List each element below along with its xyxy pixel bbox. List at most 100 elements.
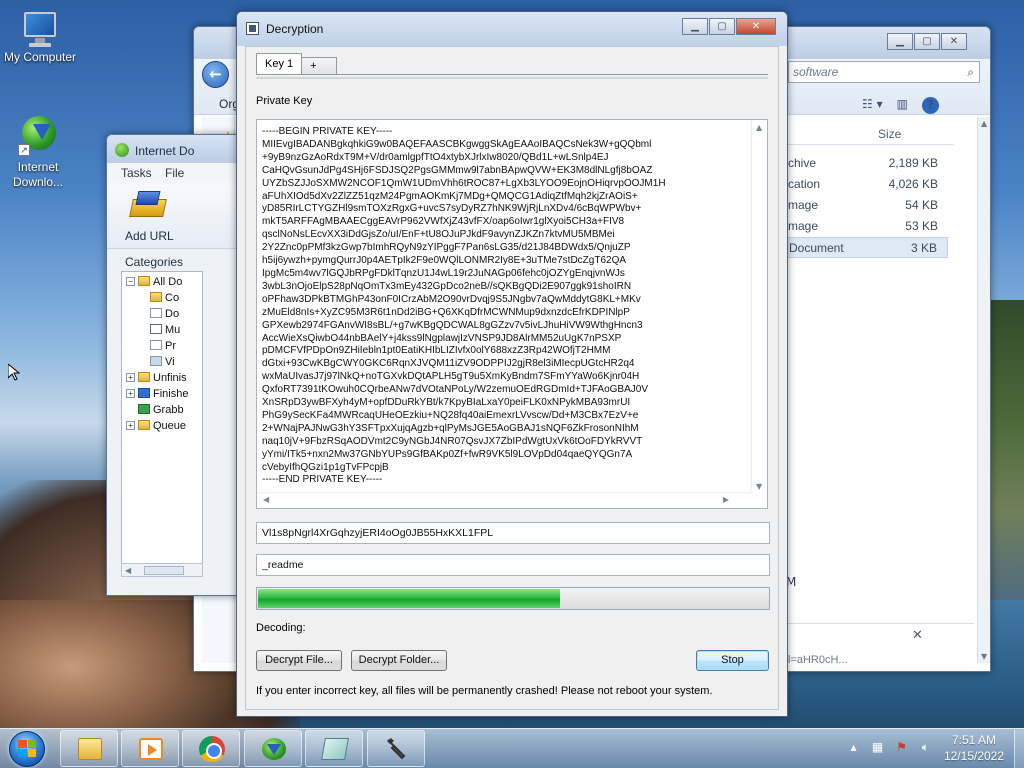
file-list: chive 2,189 KB cation 4,026 KB mage 54 KB m… — [784, 153, 948, 258]
dialog-titlebar[interactable]: Decryption ▁ ▢ ✕ — [237, 12, 787, 46]
show-desktop-button[interactable] — [1014, 730, 1024, 768]
taskbar-app[interactable] — [305, 730, 363, 767]
private-key-textarea[interactable]: -----BEGIN PRIVATE KEY----- MIIEvgIBADANB… — [256, 119, 768, 509]
expand-icon[interactable]: + — [126, 421, 135, 430]
file-row[interactable]: mage 54 KB — [784, 195, 948, 216]
maximize-button[interactable]: ▢ — [914, 33, 940, 50]
checkmark-icon — [138, 388, 150, 398]
folder-icon — [138, 372, 150, 382]
key-horizontal-scrollbar[interactable]: ◀ ▶ — [257, 492, 753, 508]
scroll-down-icon[interactable]: ▼ — [756, 482, 762, 491]
preview-pane-icon[interactable]: ▥ — [897, 97, 908, 114]
decrypt-folder-button[interactable]: Decrypt Folder... — [351, 650, 447, 671]
key-vertical-scrollbar[interactable]: ▲ ▼ — [751, 120, 767, 494]
folder-icon — [150, 292, 162, 302]
expand-icon[interactable]: + — [126, 373, 135, 382]
volume-icon[interactable]: 🔈︎ — [918, 740, 933, 755]
collapse-icon[interactable]: − — [126, 277, 135, 286]
grabber-icon — [138, 404, 150, 414]
minimize-button[interactable]: ▁ — [682, 18, 708, 35]
taskbar-media-player[interactable] — [121, 730, 179, 767]
menu-tasks[interactable]: Tasks — [121, 166, 152, 180]
tree-label: Queue — [153, 420, 187, 432]
scroll-left-icon[interactable]: ◀ — [263, 495, 269, 504]
expand-icon[interactable]: + — [126, 389, 135, 398]
view-options-icon[interactable]: ☷ ▾ — [862, 97, 883, 114]
tree-item-music[interactable]: Mu — [150, 324, 180, 340]
tree-item-grabber[interactable]: Grabb — [138, 404, 184, 420]
computer-icon — [21, 10, 59, 48]
file-size: 2,189 KB — [888, 156, 938, 170]
maximize-button[interactable]: ▢ — [709, 18, 735, 35]
tree-item-programs[interactable]: Pr — [150, 340, 176, 356]
tree-label: Vi — [165, 356, 175, 368]
close-icon[interactable]: ✕ — [912, 628, 923, 643]
private-key-line: mkT5ARFFAgMBAAECggEAVrP962VWfXjZ43vfFX/o… — [262, 216, 625, 228]
tree-item-compressed[interactable]: Co — [150, 292, 179, 308]
minimize-button[interactable]: ▁ — [887, 33, 913, 50]
key-id-field[interactable]: Vl1s8pNgrl4XrGqhzyjERI4oOg0JB55HxKXL1FPL — [256, 522, 770, 544]
app-icon — [321, 738, 349, 760]
explorer-scrollbar[interactable]: ▲ ▼ — [977, 117, 990, 663]
taskbar-explorer[interactable] — [60, 730, 118, 767]
tree-label: Grabb — [153, 404, 184, 416]
back-arrow-icon[interactable]: ← — [202, 61, 229, 88]
status-label: Decoding: — [256, 622, 306, 634]
close-button[interactable]: ✕ — [736, 18, 776, 35]
dialog-title: Decryption — [266, 22, 324, 36]
tree-item-documents[interactable]: Do — [150, 308, 179, 324]
stop-button[interactable]: Stop — [696, 650, 769, 671]
taskbar-chrome[interactable] — [182, 730, 240, 767]
dialog-content: Key 1 + Private Key -----BEGIN PRIVATE K… — [245, 46, 779, 710]
search-input[interactable]: software ⌕ — [788, 61, 980, 83]
decryption-dialog: Decryption ▁ ▢ ✕ Key 1 + Private Key ---… — [236, 11, 788, 717]
idm-titlebar[interactable]: Internet Do — [107, 135, 245, 163]
system-tray: ▴ ▦ ⚑ 🔈︎ — [846, 740, 933, 755]
add-url-button[interactable]: Add URL — [125, 229, 174, 243]
tree-item-finished[interactable]: + Finishe — [126, 388, 188, 404]
decrypt-file-button[interactable]: Decrypt File... — [256, 650, 342, 671]
desktop-icon-internet-download-manager[interactable]: ↗ Internet Downlo... — [0, 114, 80, 190]
category-tree: − All Do Co Do Mu Pr Vi + Unfinis + Finishe… — [121, 271, 203, 571]
scroll-up-icon[interactable]: ▲ — [756, 123, 762, 132]
key-tabs: Key 1 + — [256, 53, 338, 75]
warning-text: If you enter incorrect key, all files wi… — [256, 685, 713, 697]
size-header-label: Size — [878, 127, 902, 141]
start-button[interactable] — [3, 730, 53, 768]
tree-item-all-downloads[interactable]: − All Do — [126, 276, 182, 292]
action-center-flag-icon[interactable]: ⚑ — [894, 740, 909, 755]
idm-menu-bar: Tasks File — [107, 163, 245, 183]
file-size: 4,026 KB — [888, 177, 938, 191]
file-row-selected[interactable]: Document 3 KB — [784, 237, 948, 258]
private-key-line: QxfoRT7391tKOwuh0CQrbeANw7dVOtaNPoLy/W2z… — [262, 384, 648, 396]
desktop-icon-my-computer[interactable]: My Computer — [0, 10, 80, 65]
file-row[interactable]: cation 4,026 KB — [784, 174, 948, 195]
tree-label: Mu — [165, 324, 181, 336]
tree-item-queues[interactable]: + Queue — [126, 420, 186, 436]
close-button[interactable]: ✕ — [941, 33, 967, 50]
private-key-line: naq10jV+9FbzRSqAODVmt2C9yNGbJ4NR07QsvJX7… — [262, 435, 643, 447]
search-icon[interactable]: ⌕ — [967, 65, 974, 80]
size-column-header[interactable]: Size — [784, 123, 954, 145]
tree-item-video[interactable]: Vi — [150, 356, 175, 372]
private-key-line: UYZbSZJJoSXMW2NCOF1QmW1UDmVhh6tROC87+LgX… — [262, 177, 666, 189]
file-type: chive — [788, 156, 817, 170]
tree-item-unfinished[interactable]: + Unfinis — [126, 372, 187, 388]
taskbar-decryptor[interactable] — [367, 730, 425, 767]
add-url-icon[interactable] — [127, 189, 171, 225]
add-tab-button[interactable]: + — [301, 57, 338, 75]
tab-key-1[interactable]: Key 1 — [256, 53, 303, 75]
network-icon[interactable]: ▦ — [870, 740, 885, 755]
file-row[interactable]: chive 2,189 KB — [784, 153, 948, 174]
extension-field[interactable]: _readme — [256, 554, 770, 576]
scroll-right-icon[interactable]: ▶ — [723, 495, 729, 504]
chrome-icon — [199, 736, 225, 762]
system-clock[interactable]: 7:51 AM 12/15/2022 — [932, 732, 1016, 764]
menu-file[interactable]: File — [165, 166, 184, 180]
file-row[interactable]: mage 53 KB — [784, 216, 948, 237]
show-hidden-icons-icon[interactable]: ▴ — [846, 740, 861, 755]
tree-horizontal-scrollbar[interactable]: ◀ — [121, 563, 203, 577]
desktop-icon-label: My Computer — [3, 50, 77, 64]
taskbar-idm[interactable] — [244, 730, 302, 767]
help-icon[interactable]: ? — [921, 97, 939, 114]
